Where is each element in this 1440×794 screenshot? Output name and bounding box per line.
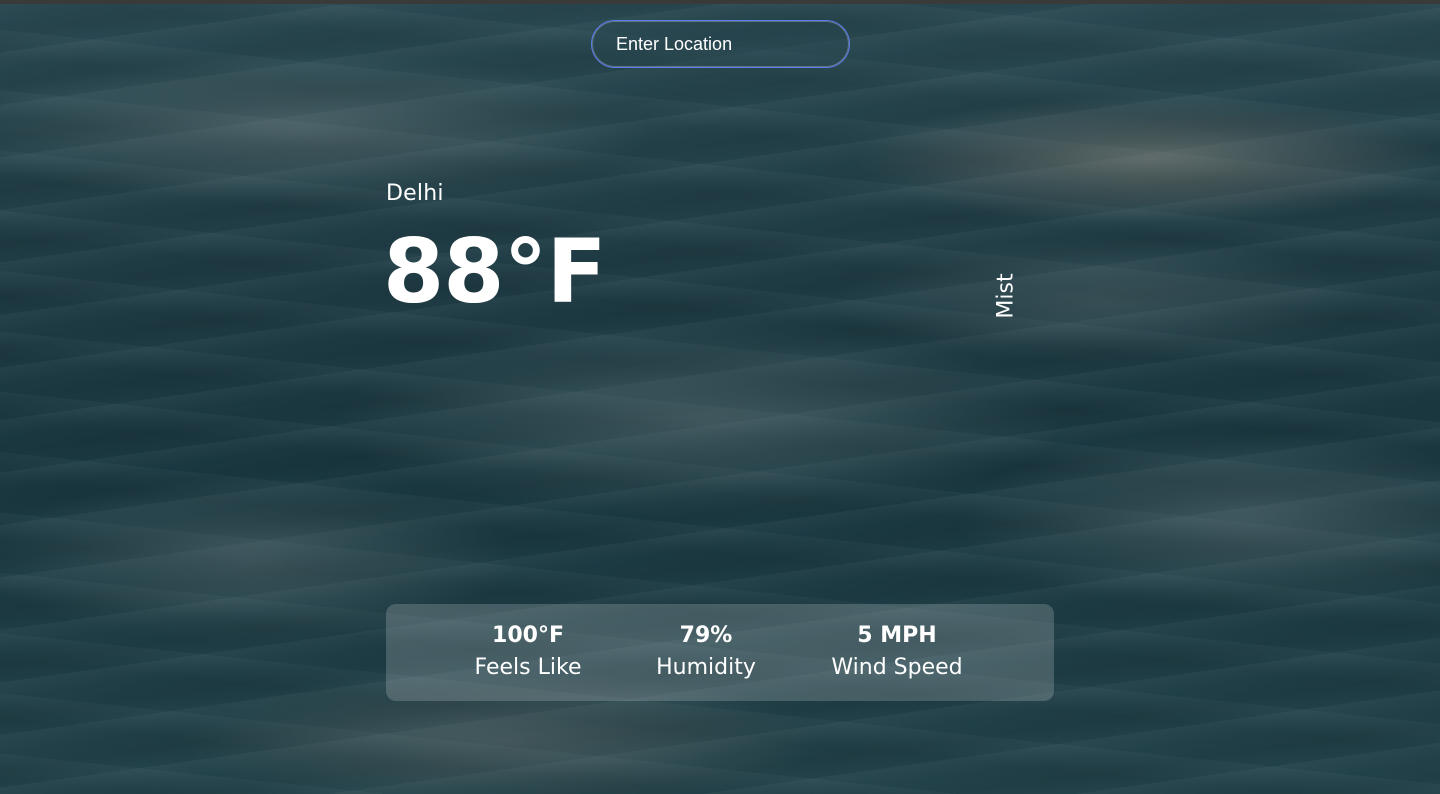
humidity-label: Humidity xyxy=(656,655,756,680)
feels-like-label: Feels Like xyxy=(474,655,582,680)
window-top-edge xyxy=(0,0,1440,4)
weather-stats-panel: 100°F Feels Like 79% Humidity 5 MPH Wind… xyxy=(386,604,1054,701)
weather-condition: Mist xyxy=(993,273,1019,319)
wind-speed-value: 5 MPH xyxy=(857,623,937,648)
location-name: Delhi xyxy=(386,181,444,206)
wind-speed-label: Wind Speed xyxy=(831,655,963,680)
location-search-input[interactable] xyxy=(616,32,826,56)
feels-like-stat: 100°F Feels Like xyxy=(475,622,582,683)
feels-like-value: 100°F xyxy=(492,623,564,648)
wind-speed-stat: 5 MPH Wind Speed xyxy=(831,622,962,683)
humidity-value: 79% xyxy=(679,623,733,648)
current-temperature: 88°F xyxy=(383,220,607,323)
search-box[interactable] xyxy=(591,20,850,68)
humidity-stat: 79% Humidity xyxy=(656,622,756,683)
